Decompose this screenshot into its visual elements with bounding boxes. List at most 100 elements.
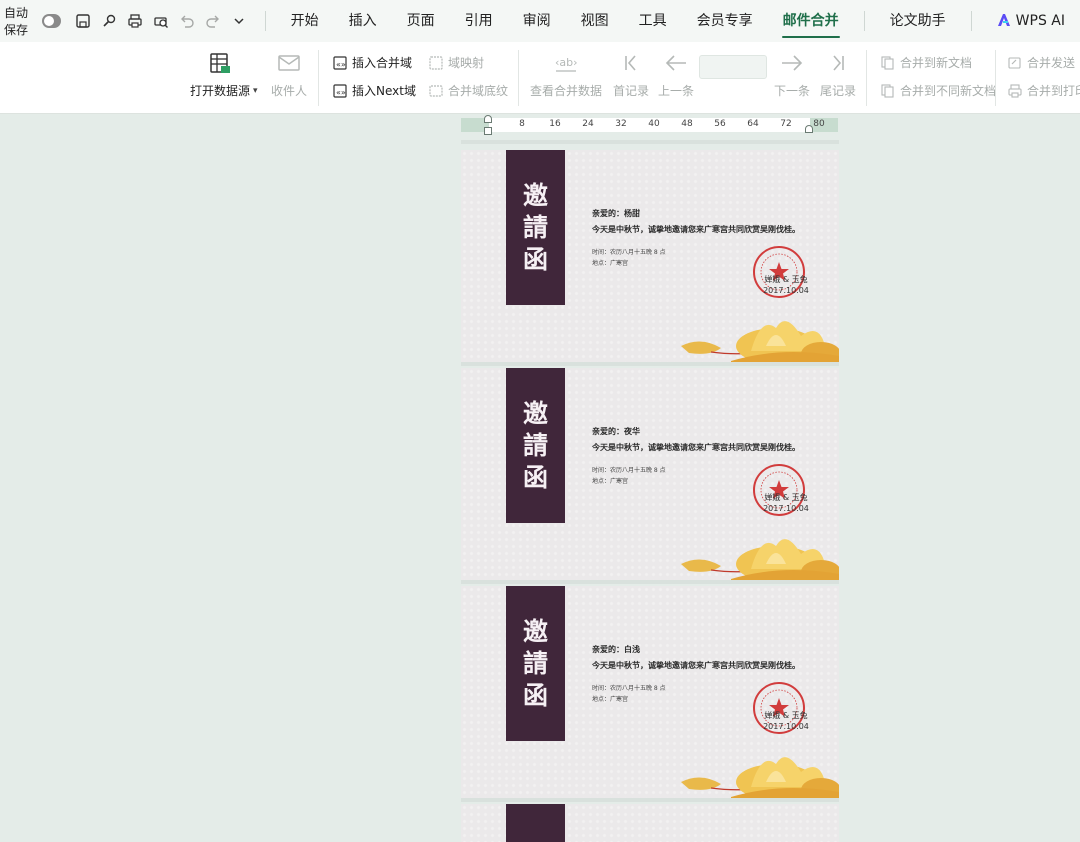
title-char: 邀	[522, 398, 548, 428]
tab-references[interactable]: 引用	[450, 0, 508, 42]
invitation-page[interactable]	[461, 804, 839, 842]
tab-label: 开始	[290, 13, 319, 29]
title-char: 函	[522, 244, 548, 274]
title-char: 請	[522, 212, 548, 242]
page-break	[461, 362, 839, 366]
arrow-left-icon	[663, 50, 689, 76]
ribbon-separator	[995, 50, 996, 106]
merge-print-button[interactable]: 合并到打印	[1007, 82, 1080, 99]
signature-text: 婵娥 & 玉兔	[764, 493, 808, 502]
tab-label: 视图	[580, 13, 609, 29]
invitation-title-banner	[506, 804, 565, 842]
more-icon[interactable]	[229, 11, 249, 31]
tab-view[interactable]: 视图	[566, 0, 624, 42]
title-char: 邀	[522, 180, 548, 210]
greeting-text: 亲爱的：夜华	[592, 427, 640, 436]
view-merged-data-button[interactable]: ‹ab› 查看合并数据	[530, 50, 602, 99]
tab-label: 论文助手	[889, 13, 946, 29]
merge-to-different-docs-button[interactable]: 合并到不同新文档	[880, 82, 996, 99]
invitation-message: 今天是中秋节，诚挚地邀请您来广寒宫共同欣赏吴刚伐桂。	[592, 225, 800, 234]
invitation-page[interactable]: 邀 請 函 亲爱的：夜华 今天是中秋节，诚挚地邀请您来广寒宫共同欣赏吴刚伐桂。 …	[461, 368, 839, 581]
tab-wps-ai[interactable]: WPS AI	[982, 0, 1080, 42]
tab-label: 会员专享	[696, 13, 753, 29]
tab-label: WPS AI	[1015, 13, 1065, 29]
lotus-flower-image	[681, 321, 839, 363]
signature-date: 2017.10.04	[763, 504, 809, 513]
dropdown-arrow-icon[interactable]: ▾	[253, 86, 258, 96]
multi-doc-icon	[880, 83, 896, 99]
open-data-source-label: 打开数据源	[190, 84, 251, 98]
ruler-tick: 16	[549, 119, 561, 129]
ribbon-tabs: 开始 插入 页面 引用 审阅 视图 工具 会员专享 邮件合并 论文助手 WPS …	[276, 0, 1080, 42]
save-icon[interactable]	[73, 11, 93, 31]
toolbar-separator	[264, 11, 266, 31]
record-number-input[interactable]	[699, 55, 767, 79]
insert-merge-field-button[interactable]: «» 插入合并域	[332, 54, 412, 71]
tab-label: 页面	[406, 13, 435, 29]
tab-insert[interactable]: 插入	[334, 0, 392, 42]
title-char: 請	[522, 430, 548, 460]
last-record-label: 尾记录	[820, 84, 857, 98]
ruler-tick: 80	[813, 119, 825, 129]
view-merged-label: 查看合并数据	[530, 84, 603, 98]
field-map-label: 域映射	[448, 56, 485, 70]
merge-print-label: 合并到打印	[1027, 84, 1080, 98]
lotus-flower-image	[681, 757, 839, 799]
tab-review[interactable]: 审阅	[508, 0, 566, 42]
invitation-message: 今天是中秋节，诚挚地邀请您来广寒宫共同欣赏吴刚伐桂。	[592, 443, 800, 452]
last-record-button[interactable]: 尾记录	[820, 50, 856, 99]
signature-text: 婵娥 & 玉兔	[764, 711, 808, 720]
ruler-tick: 24	[582, 119, 594, 129]
recipients-button[interactable]: 收件人	[271, 50, 307, 99]
greeting-text: 亲爱的：杨甜	[592, 209, 640, 218]
ribbon-toolbar: 打开数据源 ▾ 收件人 «» 插入合并域 «» 插入Next域 域映射 合并域底…	[0, 42, 1080, 114]
svg-text:‹ab›: ‹ab›	[555, 56, 578, 69]
undo-icon[interactable]	[177, 11, 197, 31]
tab-label: 工具	[638, 13, 667, 29]
signature-date: 2017.10.04	[763, 286, 809, 295]
next-record-button[interactable]: 下一条	[774, 50, 810, 99]
signature-block: 婵娥 & 玉兔 2017.10.04	[758, 492, 814, 514]
autosave-label: 自动保存	[4, 6, 29, 37]
insert-field-icon: «»	[332, 55, 348, 71]
autosave-toggle[interactable]	[41, 14, 61, 28]
tab-member[interactable]: 会员专享	[682, 0, 768, 42]
invitation-page[interactable]: 邀 請 函 亲爱的：杨甜 今天是中秋节，诚挚地邀请您来广寒宫共同欣赏吴刚伐桂。 …	[461, 150, 839, 363]
quick-access-toolbar	[73, 11, 255, 31]
tab-page[interactable]: 页面	[392, 0, 450, 42]
invitation-message: 今天是中秋节，诚挚地邀请您来广寒宫共同欣赏吴刚伐桂。	[592, 661, 800, 670]
insert-next-field-button[interactable]: «» 插入Next域	[332, 82, 416, 99]
brush-icon[interactable]	[99, 11, 119, 31]
page-break	[461, 798, 839, 802]
invitation-page[interactable]: 邀 請 函 亲爱的：白浅 今天是中秋节，诚挚地邀请您来广寒宫共同欣赏吴刚伐桂。 …	[461, 586, 839, 799]
print-preview-icon[interactable]	[151, 11, 171, 31]
field-mapping-button[interactable]: 域映射	[428, 54, 484, 71]
redo-icon[interactable]	[203, 11, 223, 31]
first-line-indent-handle[interactable]	[484, 115, 492, 123]
ruler-tick: 40	[648, 119, 660, 129]
tab-home[interactable]: 开始	[276, 0, 334, 42]
previous-record-button[interactable]: 上一条	[658, 50, 694, 99]
open-data-source-button[interactable]: 打开数据源	[190, 50, 250, 99]
send-icon	[1007, 55, 1023, 71]
tab-thesis-assistant[interactable]: 论文助手	[875, 0, 961, 42]
tab-mail-merge[interactable]: 邮件合并	[768, 0, 854, 42]
autosave[interactable]: 自动保存	[4, 4, 61, 38]
ruler-tick: 64	[747, 119, 759, 129]
ribbon-separator	[318, 50, 319, 106]
field-map-icon	[428, 55, 444, 71]
merge-to-new-doc-button[interactable]: 合并到新文档	[880, 54, 972, 71]
horizontal-ruler[interactable]: 8 16 24 32 40 48 56 64 72 80	[461, 115, 838, 135]
merge-send-button[interactable]: 合并发送	[1007, 54, 1075, 71]
left-indent-handle[interactable]	[484, 127, 492, 135]
print-icon[interactable]	[125, 11, 145, 31]
first-record-button[interactable]: 首记录	[613, 50, 649, 99]
right-indent-handle[interactable]	[805, 125, 813, 133]
invitation-title-banner: 邀 請 函	[506, 586, 565, 741]
wps-ai-icon	[997, 2, 1011, 26]
tab-tools[interactable]: 工具	[624, 0, 682, 42]
field-shading-button[interactable]: 合并域底纹	[428, 82, 508, 99]
ruler-tick: 56	[714, 119, 726, 129]
recipients-label: 收件人	[271, 84, 308, 98]
lotus-flower-image	[681, 539, 839, 581]
